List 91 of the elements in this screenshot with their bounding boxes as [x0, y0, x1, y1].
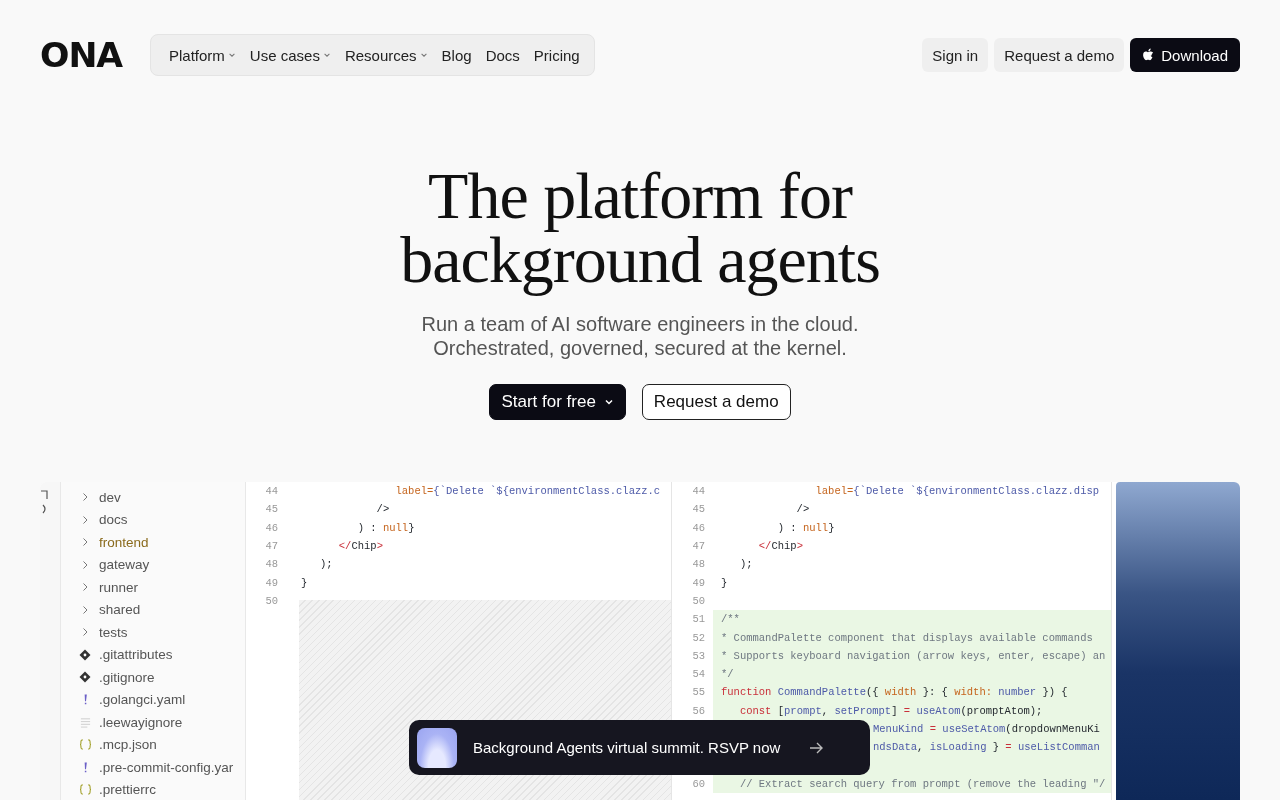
diamond-icon: [79, 648, 91, 661]
file-tree-item[interactable]: .mcp.json: [61, 733, 245, 756]
code-line: */: [721, 668, 734, 681]
line-number: 50: [692, 594, 705, 607]
header-button[interactable]: Request a demo: [994, 38, 1125, 72]
chevron-icon: [80, 492, 90, 503]
line-number: 45: [692, 503, 705, 516]
chevron-icon: [80, 514, 90, 525]
file-tree-item[interactable]: dev: [61, 486, 245, 509]
file-tree-item[interactable]: .leewayignore: [61, 711, 245, 734]
header-button[interactable]: Sign in: [922, 38, 989, 72]
code-line: </Chip>: [337, 540, 383, 553]
line-number: 48: [265, 558, 278, 571]
code-line: * CommandPalette component that displays available commands: [721, 631, 1093, 644]
nav-link[interactable]: Platform: [163, 46, 242, 64]
braces-icon: [78, 784, 92, 796]
chevron-icon: [80, 537, 90, 548]
code-line: label={`Delete `${environmentClass.clazz.c: [394, 485, 661, 498]
line-number: 52: [692, 631, 705, 644]
file-tree-item[interactable]: .gitattributes: [61, 643, 245, 666]
line-number: 51: [692, 613, 705, 626]
code-line: function CommandPalette({ width }: { width: number }) {: [721, 686, 1068, 699]
line-number: 53: [692, 649, 705, 662]
line-number: 55: [692, 686, 705, 699]
chevron-icon: [80, 604, 90, 615]
banner-text: Background Agents virtual summit. RSVP now: [473, 739, 781, 756]
file-tree-item[interactable]: shared: [61, 598, 245, 621]
nav-link[interactable]: Pricing: [527, 46, 586, 64]
line-number: 49: [692, 576, 705, 589]
code-line: ) : null}: [776, 521, 835, 534]
code-line: // Extract search query from prompt (remove the leading "/: [738, 777, 1106, 790]
chevron-icon: [80, 582, 90, 593]
code-line: }: [721, 576, 728, 589]
nav-link[interactable]: Use cases: [243, 46, 337, 64]
line-number: 60: [692, 777, 705, 790]
file-tree-item[interactable]: tests: [61, 621, 245, 644]
file-tree-item[interactable]: .golangci.yaml: [61, 688, 245, 711]
line-number: 49: [265, 576, 278, 589]
code-line: /**: [721, 613, 740, 626]
chevron-icon: [80, 627, 90, 638]
code-line: }: [301, 576, 308, 589]
diamond-icon: [79, 671, 91, 684]
file-tree-item[interactable]: docs: [61, 508, 245, 531]
exclamation-icon: [82, 693, 88, 707]
line-number: 44: [692, 485, 705, 498]
code-line: const [prompt, setPrompt] = useAtom(promptAtom);: [738, 704, 1043, 717]
lines-icon: [79, 716, 91, 728]
banner-icon: [417, 727, 457, 768]
code-line: label={`Delete `${environmentClass.clazz.disp: [814, 485, 1100, 498]
file-tree-item[interactable]: .prettierrc: [61, 778, 245, 800]
download-button[interactable]: Download: [1130, 38, 1240, 72]
line-number: 47: [692, 540, 705, 553]
demo-button[interactable]: Request a demo: [641, 384, 791, 420]
file-tree-item[interactable]: gateway: [61, 553, 245, 576]
code-line: </Chip>: [757, 540, 803, 553]
braces-icon: [78, 739, 92, 751]
code-line: />: [375, 503, 390, 516]
line-number: 47: [265, 540, 278, 553]
nav-link[interactable]: Docs: [479, 46, 526, 64]
code-line: ndsData, isLoading } = useListComman: [873, 741, 1100, 754]
code-line: );: [738, 558, 753, 571]
file-tree-item[interactable]: runner: [61, 576, 245, 599]
line-number: 45: [265, 503, 278, 516]
code-line: ) : null}: [356, 521, 415, 534]
apple-icon: [1142, 48, 1155, 62]
caret-icon: [322, 51, 331, 59]
file-tree-item[interactable]: frontend: [61, 531, 245, 554]
code-line: * Supports keyboard navigation (arrow keys, enter, escape) an: [721, 649, 1106, 662]
line-number: 46: [692, 521, 705, 534]
caret-icon: [227, 51, 236, 59]
line-number: 54: [692, 668, 705, 681]
chevron-icon: [80, 559, 90, 570]
line-number: 44: [265, 485, 278, 498]
line-number: 48: [692, 558, 705, 571]
hero-subtitle: Run a team of AI software engineers in the cloud. Orchestrated, governed, secured at the kernel.: [420, 312, 860, 360]
line-number: 46: [265, 521, 278, 534]
nav-link[interactable]: Blog: [435, 46, 478, 64]
file-tree-item[interactable]: .pre-commit-config.yar: [61, 756, 245, 779]
start-button[interactable]: Start for free: [489, 384, 626, 420]
line-number: 50: [265, 594, 278, 607]
code-line: MenuKind = useSetAtom(dropdownMenuKi: [873, 723, 1100, 735]
caret-icon: [419, 51, 428, 59]
nav-link[interactable]: Resources: [338, 46, 434, 64]
exclamation-icon: [82, 760, 88, 774]
code-line: />: [795, 503, 810, 516]
logo[interactable]: ONA: [40, 35, 135, 75]
file-tree-item[interactable]: .gitignore: [61, 666, 245, 689]
announcement-banner[interactable]: Background Agents virtual summit. RSVP now: [409, 720, 870, 775]
line-number: 56: [692, 704, 705, 717]
caret-icon: [603, 397, 614, 407]
code-line: );: [318, 558, 333, 571]
